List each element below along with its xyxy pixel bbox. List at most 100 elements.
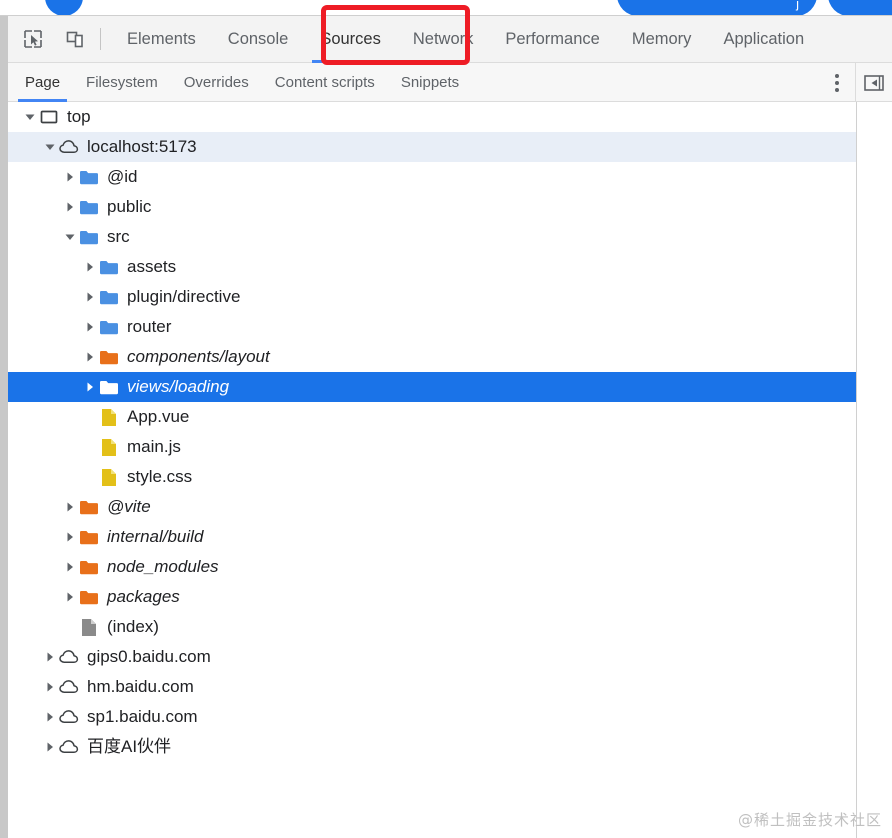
chevron-right-icon[interactable] (82, 372, 98, 402)
chevron-right-icon[interactable] (42, 702, 58, 732)
chevron-down-icon[interactable] (62, 222, 78, 252)
tree-row-label: @id (107, 167, 138, 186)
chevron-right-icon[interactable] (42, 732, 58, 762)
cloud-icon (58, 732, 80, 762)
devtools-tabstrip: Elements Console Sources Network Perform… (8, 16, 892, 63)
subtab-overrides[interactable]: Overrides (171, 63, 262, 102)
left-scroll-gutter[interactable] (0, 16, 8, 838)
tree-row[interactable]: public (8, 192, 856, 222)
folder-blue-icon (98, 312, 120, 342)
folder-blue-icon (78, 162, 100, 192)
tree-row-label: style.css (127, 467, 193, 486)
chevron-right-icon[interactable] (62, 192, 78, 222)
tree-row-label: internal/build (107, 527, 204, 546)
file-yellow-icon (98, 432, 120, 462)
chevron-right-icon[interactable] (62, 552, 78, 582)
tree-row[interactable]: (index) (8, 612, 856, 642)
tree-row-label: App.vue (127, 407, 190, 426)
folder-blue-icon (98, 252, 120, 282)
tree-row[interactable]: packages (8, 582, 856, 612)
chevron-right-icon[interactable] (82, 342, 98, 372)
tree-row[interactable]: @id (8, 162, 856, 192)
tree-row[interactable]: src (8, 222, 856, 252)
cursor-inspect-icon[interactable] (16, 22, 50, 56)
chevron-right-icon[interactable] (62, 582, 78, 612)
kebab-menu-icon[interactable] (819, 63, 855, 102)
tree-row-label: node_modules (107, 557, 219, 576)
cloud-icon (58, 132, 80, 162)
chevron-right-icon[interactable] (82, 252, 98, 282)
folder-orange-icon (78, 582, 100, 612)
tree-row[interactable]: node_modules (8, 552, 856, 582)
folder-blue-icon (78, 192, 100, 222)
tree-row[interactable]: views/loading (8, 372, 856, 402)
editor-empty-pane (858, 102, 892, 838)
tree-row-label: (index) (107, 617, 159, 636)
chevron-right-icon[interactable] (82, 312, 98, 342)
tab-memory[interactable]: Memory (616, 16, 708, 63)
tree-row[interactable]: gips0.baidu.com (8, 642, 856, 672)
tree-row[interactable]: hm.baidu.com (8, 672, 856, 702)
folder-orange-icon (78, 552, 100, 582)
tree-row[interactable]: App.vue (8, 402, 856, 432)
subtab-page[interactable]: Page (12, 63, 73, 102)
tab-sources[interactable]: Sources (304, 16, 397, 63)
frame-icon (38, 102, 60, 132)
file-gray-icon (78, 612, 100, 642)
tree-row[interactable]: main.js (8, 432, 856, 462)
tree-row-label: plugin/directive (127, 287, 241, 306)
tree-row-label: top (67, 107, 91, 126)
navigator-file-tree[interactable]: top localhost:5173 @id public src assets plugi… (8, 102, 857, 838)
tree-row-label: 百度AI伙伴 (87, 737, 172, 756)
collapse-sidebar-icon[interactable] (856, 63, 892, 102)
tree-row-label: src (107, 227, 130, 246)
tree-row-label: packages (107, 587, 180, 606)
tree-row-label: @vite (107, 497, 151, 516)
tree-row-label: assets (127, 257, 177, 276)
file-yellow-icon (98, 402, 120, 432)
folder-blue-icon (78, 222, 100, 252)
tab-performance[interactable]: Performance (489, 16, 615, 63)
tree-row[interactable]: plugin/directive (8, 282, 856, 312)
tree-row-label: sp1.baidu.com (87, 707, 198, 726)
folder-white-icon (98, 372, 120, 402)
tree-row-label: localhost:5173 (87, 137, 197, 156)
tree-row[interactable]: style.css (8, 462, 856, 492)
tab-elements[interactable]: Elements (111, 16, 212, 63)
cloud-icon (58, 702, 80, 732)
tab-network[interactable]: Network (397, 16, 490, 63)
chevron-right-icon[interactable] (42, 642, 58, 672)
tree-row-label: gips0.baidu.com (87, 647, 211, 666)
tab-console[interactable]: Console (212, 16, 305, 63)
subtabs-right-controls (819, 63, 892, 102)
chevron-right-icon[interactable] (62, 162, 78, 192)
chevron-right-icon[interactable] (42, 672, 58, 702)
chevron-right-icon[interactable] (62, 492, 78, 522)
tree-row[interactable]: @vite (8, 492, 856, 522)
chevron-down-icon[interactable] (42, 132, 58, 162)
chevron-down-icon[interactable] (22, 102, 38, 132)
chevron-right-icon[interactable] (62, 522, 78, 552)
device-toolbar-icon[interactable] (58, 22, 92, 56)
tree-row[interactable]: internal/build (8, 522, 856, 552)
subtab-content-scripts[interactable]: Content scripts (262, 63, 388, 102)
folder-blue-icon (98, 282, 120, 312)
cloud-icon (58, 642, 80, 672)
tree-row[interactable]: 百度AI伙伴 (8, 732, 856, 762)
tree-row[interactable]: sp1.baidu.com (8, 702, 856, 732)
tree-row[interactable]: top (8, 102, 856, 132)
tree-row[interactable]: components/layout (8, 342, 856, 372)
chevron-right-icon[interactable] (82, 282, 98, 312)
subtab-filesystem[interactable]: Filesystem (73, 63, 171, 102)
subtab-snippets[interactable]: Snippets (388, 63, 472, 102)
tree-row[interactable]: router (8, 312, 856, 342)
tab-application[interactable]: Application (707, 16, 820, 63)
folder-orange-icon (78, 522, 100, 552)
tree-row[interactable]: assets (8, 252, 856, 282)
screenshot-root: j Elements Console Sources Network Perfo… (0, 0, 892, 838)
tree-row[interactable]: localhost:5173 (8, 132, 856, 162)
tree-row-label: hm.baidu.com (87, 677, 194, 696)
page-primary-button[interactable]: j (617, 0, 817, 15)
page-secondary-button[interactable] (828, 0, 892, 15)
